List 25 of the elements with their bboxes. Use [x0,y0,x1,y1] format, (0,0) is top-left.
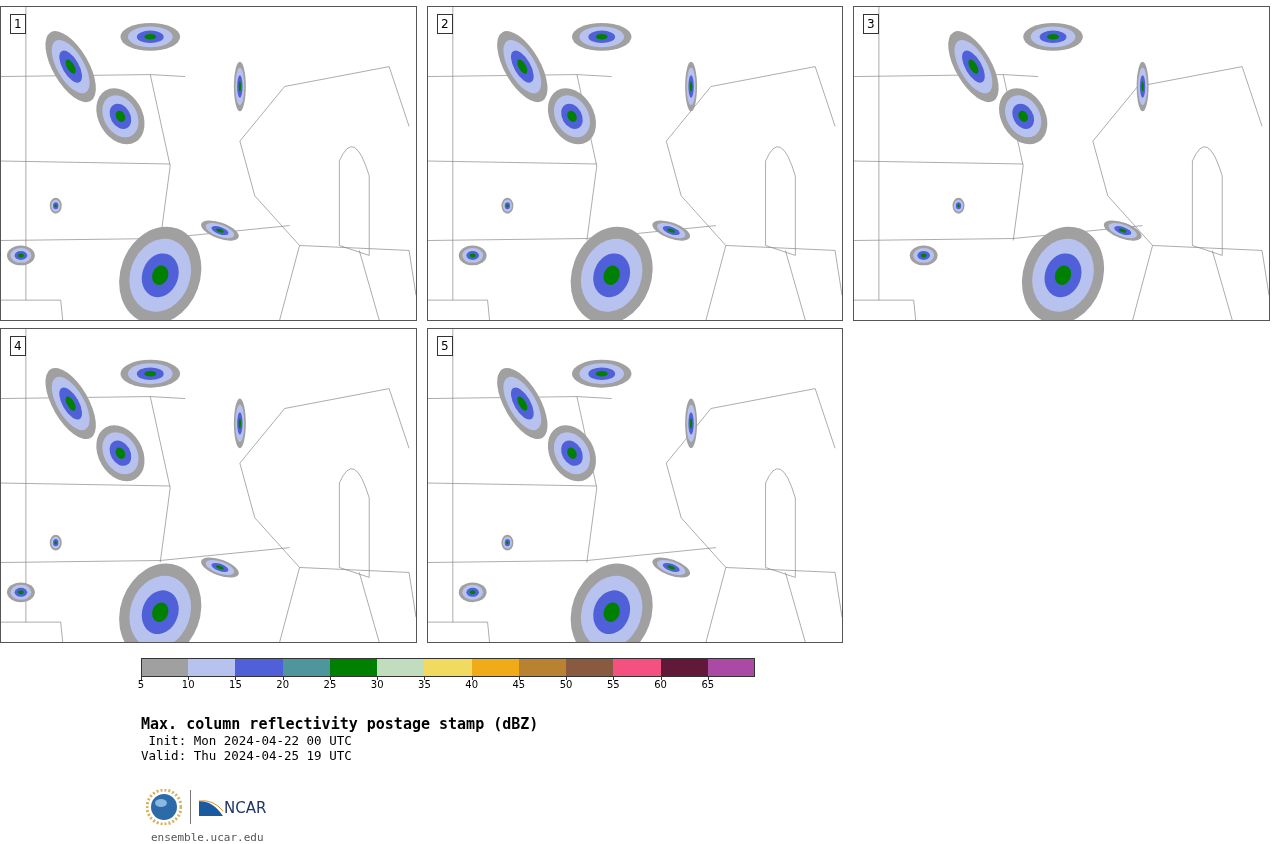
colorbar-tick-label: 40 [465,679,478,690]
init-time: Init: Mon 2024-04-22 00 UTC [147,733,353,748]
colorbar-tick-label: 45 [512,679,526,690]
ncar-logo-text: NCAR [224,800,267,816]
colorbar-tick-label: 10 [181,679,195,690]
colorbar-tick-label: 35 [418,679,431,690]
colorbar-tick-label: 50 [559,679,573,690]
chart-title: Max. column reflectivity postage stamp (dBZ) [141,715,540,733]
panel-number: 2 [437,14,453,34]
colorbar-tick-label: 65 [701,679,715,690]
panel-number: 3 [863,14,879,34]
colorbar-tick-label: 55 [607,679,620,690]
panel-number: 4 [10,336,26,356]
panel-number: 1 [10,14,26,34]
colorbar-tick-label: 25 [323,679,337,690]
valid-time: Valid: Thu 2024-04-25 19 UTC [141,748,353,763]
colorbar-tick-label: 20 [276,679,290,690]
ncar-swoosh-icon [199,798,223,816]
colorbar-tick-label: 60 [654,679,667,690]
website-url: ensemble.ucar.edu [151,831,265,844]
panel-number: 5 [437,336,453,356]
colorbar-tick-label: 15 [229,679,242,690]
globe-logo-icon [146,789,182,825]
colorbar-tick-label: 5 [137,679,145,690]
colorbar-tick-label: 30 [370,679,384,690]
